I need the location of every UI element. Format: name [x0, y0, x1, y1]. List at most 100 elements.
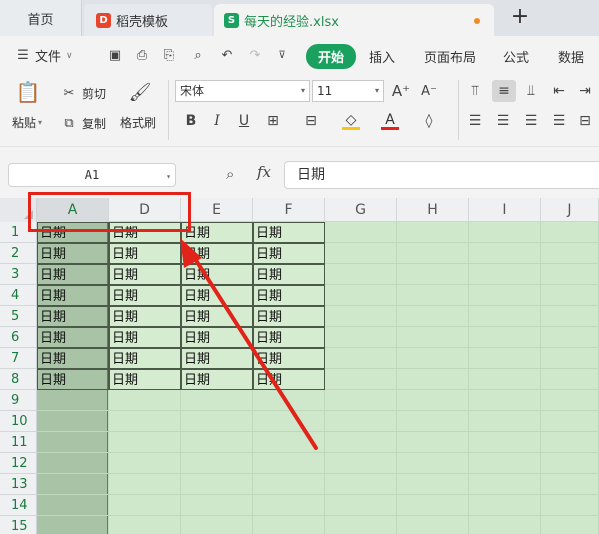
fill-color-icon[interactable]: ◇ — [342, 112, 360, 130]
tab-page-layout[interactable]: 页面布局 — [424, 47, 476, 66]
cell-f6[interactable]: 日期 — [253, 327, 325, 348]
font-size-select[interactable]: 11 ▾ — [312, 80, 384, 102]
print-icon[interactable]: ⎘ — [160, 46, 178, 64]
formula-input[interactable]: 日期 — [284, 161, 599, 189]
row-header-3[interactable]: 3 — [0, 264, 37, 285]
row-header-13[interactable]: 13 — [0, 474, 37, 495]
align-middle-icon[interactable]: ≡ — [492, 80, 516, 102]
cell-d5[interactable]: 日期 — [109, 306, 181, 327]
row-header-11[interactable]: 11 — [0, 432, 37, 453]
cell-a7[interactable]: 日期 — [37, 348, 109, 369]
column-header-i[interactable]: I — [469, 198, 541, 222]
align-bottom-icon[interactable]: ⫫ — [522, 82, 540, 100]
align-center-icon[interactable]: ☰ — [494, 112, 512, 130]
cell-e1[interactable]: 日期 — [181, 222, 253, 243]
row-header-15[interactable]: 15 — [0, 516, 37, 534]
new-tab-button[interactable]: + — [508, 6, 532, 30]
cell-e7[interactable]: 日期 — [181, 348, 253, 369]
row-header-4[interactable]: 4 — [0, 285, 37, 306]
zoom-magnifier-icon[interactable]: ⌕ — [226, 165, 234, 183]
row-header-5[interactable]: 5 — [0, 306, 37, 327]
cell-f8[interactable]: 日期 — [253, 369, 325, 390]
format-painter-icon[interactable]: 🖌 — [128, 80, 152, 104]
row-header-2[interactable]: 2 — [0, 243, 37, 264]
increase-indent-icon[interactable]: ⇥ — [576, 82, 594, 100]
tab-home[interactable]: 首页 — [0, 0, 82, 36]
cell-e5[interactable]: 日期 — [181, 306, 253, 327]
font-name-select[interactable]: 宋体 ▾ — [175, 80, 310, 102]
row-header-14[interactable]: 14 — [0, 495, 37, 516]
cell-a8[interactable]: 日期 — [37, 369, 109, 390]
column-header-j[interactable]: J — [541, 198, 599, 222]
cell-d6[interactable]: 日期 — [109, 327, 181, 348]
align-left-icon[interactable]: ☰ — [466, 112, 484, 130]
paste-button[interactable]: 粘贴 ▾ — [12, 114, 42, 131]
column-header-g[interactable]: G — [325, 198, 397, 222]
column-header-h[interactable]: H — [397, 198, 469, 222]
tab-workbook[interactable]: S 每天的经验.xlsx — [214, 4, 494, 36]
row-header-8[interactable]: 8 — [0, 369, 37, 390]
align-top-icon[interactable]: ⫪ — [466, 82, 484, 100]
distributed-align-icon[interactable]: ⊟ — [576, 112, 594, 130]
fill-pattern-icon[interactable]: ⊟ — [302, 112, 320, 130]
tab-docer-templates[interactable]: D 稻壳模板 — [84, 4, 212, 36]
decrease-font-size-icon[interactable]: A⁻ — [420, 82, 438, 100]
italic-button[interactable]: I — [208, 112, 226, 130]
cell-d3[interactable]: 日期 — [109, 264, 181, 285]
tab-data[interactable]: 数据 — [558, 47, 584, 66]
cell-f4[interactable]: 日期 — [253, 285, 325, 306]
cell-d8[interactable]: 日期 — [109, 369, 181, 390]
column-header-e[interactable]: E — [181, 198, 253, 222]
cell-e2[interactable]: 日期 — [181, 243, 253, 264]
quick-access-dropdown-icon[interactable]: ⊽ — [273, 46, 291, 64]
cell-f2[interactable]: 日期 — [253, 243, 325, 264]
row-header-6[interactable]: 6 — [0, 327, 37, 348]
cell-e8[interactable]: 日期 — [181, 369, 253, 390]
cell-d7[interactable]: 日期 — [109, 348, 181, 369]
decrease-indent-icon[interactable]: ⇤ — [550, 82, 568, 100]
copy-button[interactable]: ⧉ 复制 — [60, 114, 106, 132]
tab-start[interactable]: 开始 — [306, 44, 357, 69]
spreadsheet-grid[interactable]: ADEFGHIJ 1 2 3 4 5 6 7 8 9 10 11 12 13 14 15 日期 日期 日期 日期日… — [0, 198, 599, 534]
justify-icon[interactable]: ☰ — [550, 112, 568, 130]
bold-button[interactable]: B — [182, 112, 200, 130]
align-right-icon[interactable]: ☰ — [522, 112, 540, 130]
row-header-9[interactable]: 9 — [0, 390, 37, 411]
cell-f1[interactable]: 日期 — [253, 222, 325, 243]
format-painter-button[interactable]: 格式刷 — [120, 114, 156, 131]
increase-font-size-icon[interactable]: A⁺ — [392, 82, 410, 100]
insert-function-button[interactable]: fx — [257, 163, 271, 181]
cell-a5[interactable]: 日期 — [37, 306, 109, 327]
cell-a4[interactable]: 日期 — [37, 285, 109, 306]
cell-a6[interactable]: 日期 — [37, 327, 109, 348]
row-header-10[interactable]: 10 — [0, 411, 37, 432]
cell-f5[interactable]: 日期 — [253, 306, 325, 327]
cell-a3[interactable]: 日期 — [37, 264, 109, 285]
cell-e3[interactable]: 日期 — [181, 264, 253, 285]
name-box[interactable]: A1 ▾ — [8, 163, 176, 187]
cell-e6[interactable]: 日期 — [181, 327, 253, 348]
row-header-7[interactable]: 7 — [0, 348, 37, 369]
underline-button[interactable]: U — [235, 112, 253, 130]
print-preview-icon[interactable]: ⌕ — [189, 46, 207, 64]
cut-button[interactable]: ✂ 剪切 — [60, 84, 106, 102]
cell-d4[interactable]: 日期 — [109, 285, 181, 306]
font-color-icon[interactable]: A — [381, 112, 399, 130]
cell-e4[interactable]: 日期 — [181, 285, 253, 306]
paste-icon[interactable]: 📋 — [14, 80, 42, 104]
redo-icon[interactable]: ↷ — [246, 46, 264, 64]
undo-icon[interactable]: ↶ — [218, 46, 236, 64]
row-header-12[interactable]: 12 — [0, 453, 37, 474]
save-icon[interactable]: ▣ — [106, 46, 124, 64]
file-menu-button[interactable]: ☰ 文件 ∨ — [14, 46, 72, 65]
export-pdf-icon[interactable]: ⎙ — [133, 46, 151, 64]
tab-formula[interactable]: 公式 — [503, 47, 529, 66]
cell-f3[interactable]: 日期 — [253, 264, 325, 285]
tab-insert[interactable]: 插入 — [369, 47, 395, 66]
cell-f7[interactable]: 日期 — [253, 348, 325, 369]
cell-d2[interactable]: 日期 — [109, 243, 181, 264]
column-header-f[interactable]: F — [253, 198, 325, 222]
clear-format-icon[interactable]: ◊ — [420, 112, 438, 130]
borders-icon[interactable]: ⊞ — [264, 112, 282, 130]
cell-a2[interactable]: 日期 — [37, 243, 109, 264]
